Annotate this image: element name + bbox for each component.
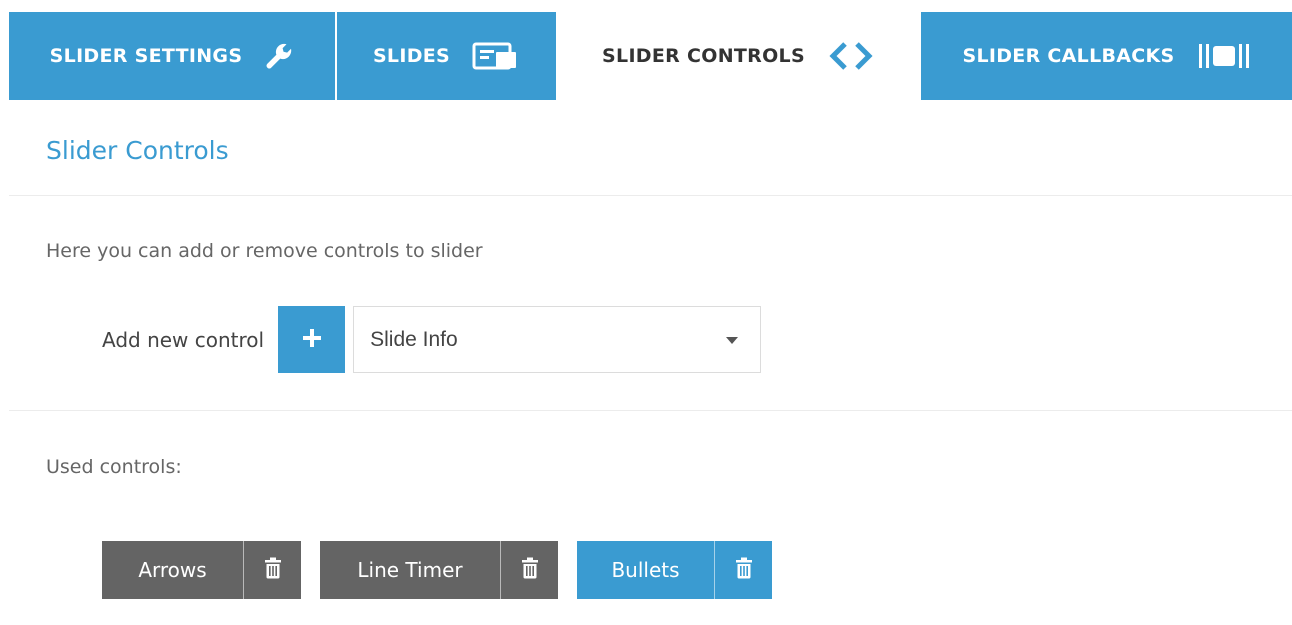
used-controls-label: Used controls: xyxy=(46,456,182,478)
add-control-label: Add new control xyxy=(102,327,265,352)
tab-slider-controls[interactable]: SLIDER CONTROLS xyxy=(556,12,921,100)
control-name[interactable]: Arrows xyxy=(102,541,243,599)
delete-control-button[interactable] xyxy=(244,541,301,599)
select-value: Slide Info xyxy=(370,327,458,351)
control-name[interactable]: Line Timer xyxy=(320,541,500,599)
tab-label: SLIDER CALLBACKS xyxy=(962,45,1175,67)
section-header: Slider Controls xyxy=(9,100,1292,196)
section-title: Slider Controls xyxy=(46,136,229,165)
tab-slider-callbacks[interactable]: SLIDER CALLBACKS xyxy=(921,12,1292,100)
tab-bar: SLIDER SETTINGS SLIDES SLIDER CONTROLS S… xyxy=(9,12,1292,100)
add-control-button[interactable] xyxy=(278,306,346,373)
wrench-icon xyxy=(264,41,294,71)
trash-icon xyxy=(735,557,753,583)
plus-icon xyxy=(301,327,323,353)
tab-label: SLIDER SETTINGS xyxy=(49,45,243,67)
code-arrows-icon xyxy=(827,41,875,71)
trash-icon xyxy=(521,557,539,583)
tab-slides[interactable]: SLIDES xyxy=(337,12,556,100)
callbacks-icon xyxy=(1197,41,1251,71)
control-chip-arrows: Arrows xyxy=(102,541,301,599)
chevron-down-icon xyxy=(726,337,739,344)
slides-icon xyxy=(472,42,520,70)
tab-label: SLIDER CONTROLS xyxy=(602,45,805,67)
control-name[interactable]: Bullets xyxy=(577,541,714,599)
divider xyxy=(9,410,1292,411)
control-chip-line-timer: Line Timer xyxy=(320,541,558,599)
add-control-row: Add new control Slide Info xyxy=(102,306,762,373)
tab-label: SLIDES xyxy=(372,45,451,67)
control-type-select[interactable]: Slide Info xyxy=(353,306,762,373)
delete-control-button[interactable] xyxy=(501,541,558,599)
trash-icon xyxy=(264,557,282,583)
delete-control-button[interactable] xyxy=(715,541,772,599)
intro-text: Here you can add or remove controls to s… xyxy=(46,240,483,262)
control-chip-bullets: Bullets xyxy=(577,541,772,599)
tab-slider-settings[interactable]: SLIDER SETTINGS xyxy=(9,12,335,100)
